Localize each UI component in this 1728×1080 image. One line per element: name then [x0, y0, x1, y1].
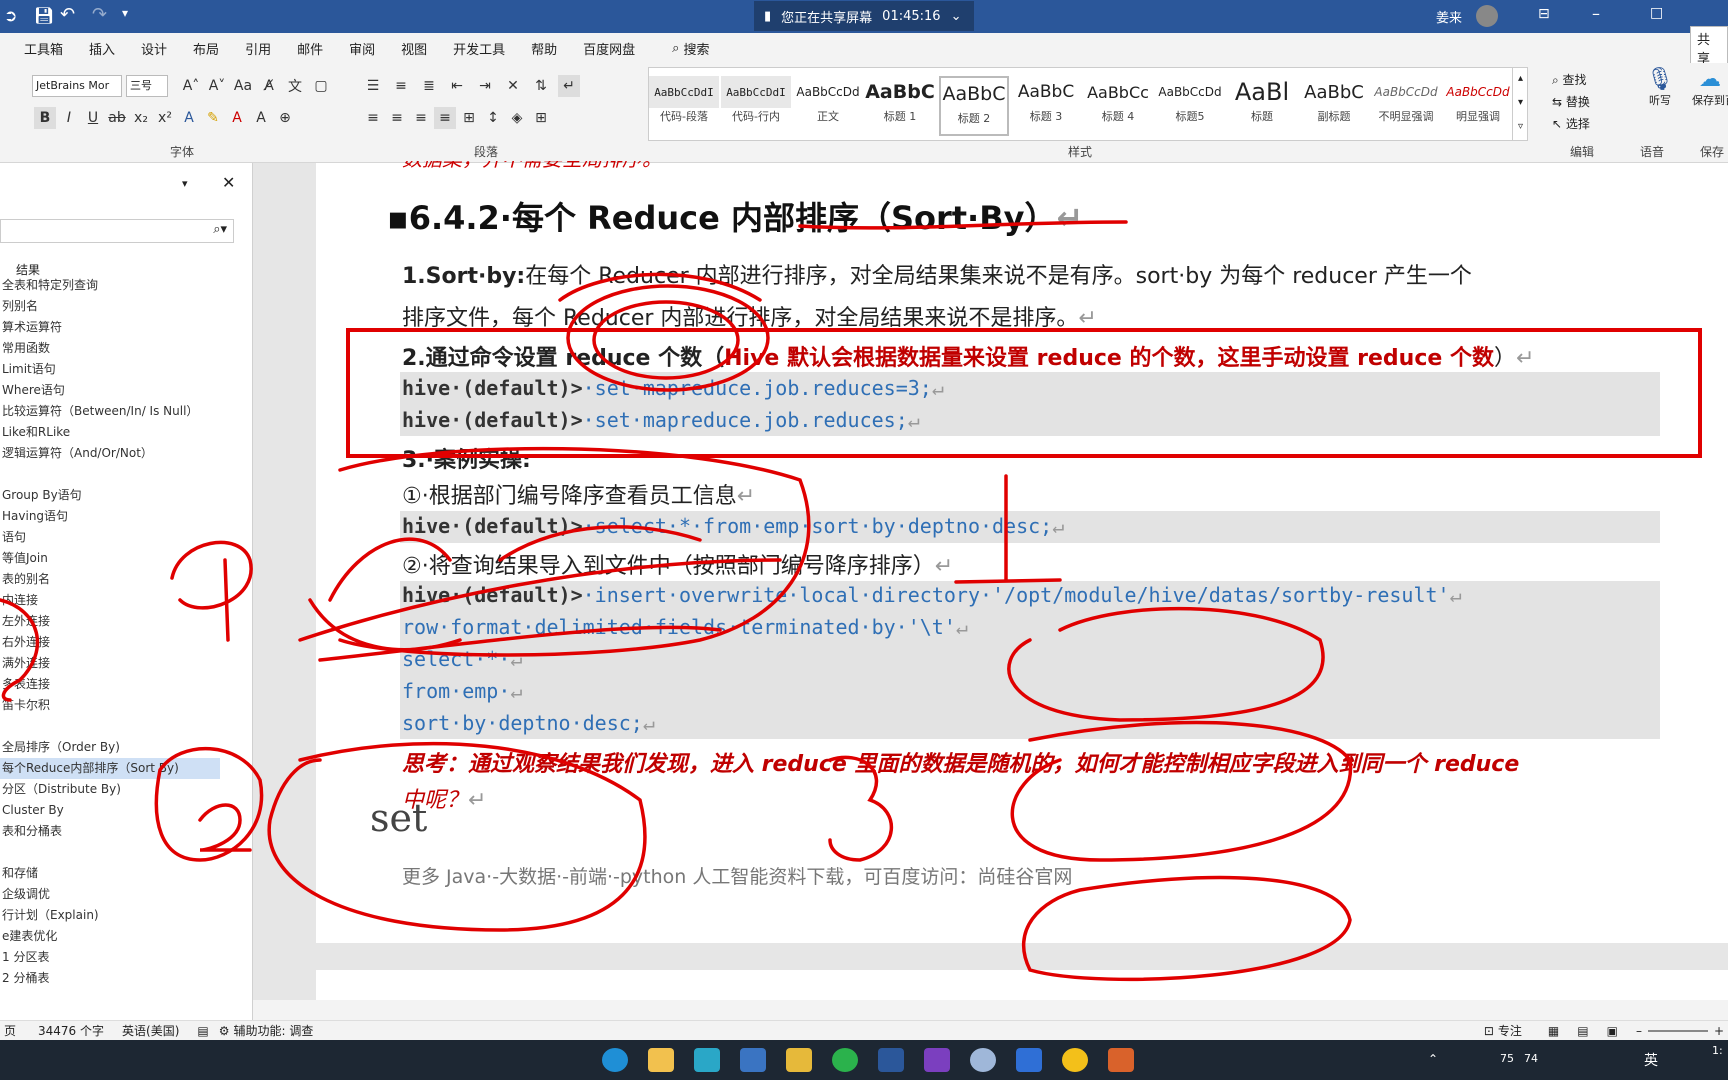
- annotation-rect: [346, 328, 1702, 458]
- edge-icon[interactable]: [602, 1048, 628, 1072]
- focus-icon[interactable]: ⊡: [1484, 1024, 1494, 1038]
- folder-icon[interactable]: [786, 1048, 812, 1072]
- zoom-in-icon[interactable]: +: [1714, 1024, 1724, 1038]
- language[interactable]: 英语(美国): [122, 1022, 179, 1039]
- file-explorer-icon[interactable]: [648, 1048, 674, 1072]
- accessibility-status[interactable]: 辅助功能: 调查: [234, 1022, 314, 1039]
- intellij-icon[interactable]: [924, 1048, 950, 1072]
- send-icon[interactable]: [740, 1048, 766, 1072]
- tray-value-1: 75: [1500, 1052, 1514, 1065]
- ime-indicator[interactable]: 英: [1644, 1050, 1658, 1070]
- tray-chevron-icon[interactable]: ⌃: [1428, 1052, 1438, 1066]
- print-layout-icon[interactable]: ▤: [1577, 1024, 1588, 1038]
- zoom-out-icon[interactable]: –: [1636, 1024, 1642, 1038]
- annotation-strokes: [0, 220, 1353, 982]
- app-yellow-icon[interactable]: [1062, 1048, 1088, 1072]
- zoom-slider[interactable]: [1647, 1029, 1708, 1032]
- accessibility-icon: ⚙︎: [218, 1023, 230, 1038]
- track-icon[interactable]: ▤: [197, 1024, 208, 1038]
- taskbar: ⌃ 75 74 英 1:: [0, 1040, 1728, 1080]
- page-indicator[interactable]: 页: [4, 1022, 16, 1039]
- annotation-layer: [0, 220, 1702, 982]
- focus-mode[interactable]: 专注: [1498, 1022, 1522, 1039]
- search-tool-icon[interactable]: [1108, 1048, 1134, 1072]
- app-globe-icon[interactable]: [970, 1048, 996, 1072]
- word-count[interactable]: 34476 个字: [38, 1022, 104, 1039]
- tray-value-2: 74: [1524, 1052, 1538, 1065]
- clock[interactable]: 1:: [1712, 1044, 1723, 1057]
- web-layout-icon[interactable]: ▣: [1607, 1024, 1618, 1038]
- word-icon[interactable]: [878, 1048, 904, 1072]
- pycharm-icon[interactable]: [1016, 1048, 1042, 1072]
- status-bar: 页 34476 个字 英语(美国) ▤ ⚙︎ 辅助功能: 调查 ⊡ 专注 ▦ ▤…: [0, 1020, 1728, 1040]
- read-mode-icon[interactable]: ▦: [1548, 1024, 1559, 1038]
- terminal-icon[interactable]: [694, 1048, 720, 1072]
- wechat-icon[interactable]: [832, 1048, 858, 1072]
